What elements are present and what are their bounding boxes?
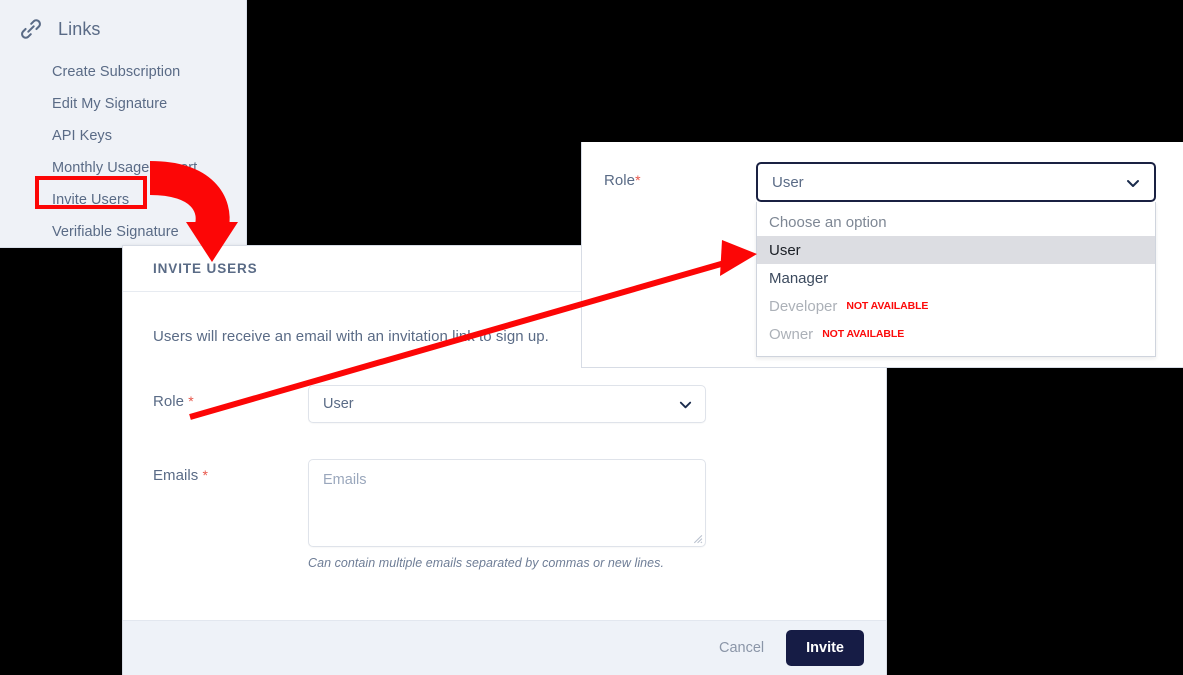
role-dropdown-inset-panel: Role* User Choose an option User Manager… [581,142,1183,368]
sidebar-title: Links [58,18,101,39]
links-sidebar-panel: Links Create Subscription Edit My Signat… [0,0,247,248]
role-option-label: Manager [769,269,829,287]
role-option-label: Developer [769,297,838,315]
sidebar-item-verifiable-signature[interactable]: Verifiable Signature [0,216,246,248]
emails-label-text: Emails [153,467,199,484]
sidebar-link-list: Create Subscription Edit My Signature AP… [0,56,246,248]
role-field-label: Role * [153,385,308,410]
chevron-down-icon [678,397,693,412]
sidebar-header: Links [0,0,246,42]
invite-button[interactable]: Invite [786,630,864,666]
role-option-choose-an-option[interactable]: Choose an option [757,208,1155,236]
role-option-label: Owner [769,325,814,343]
role-option-label: Choose an option [769,213,887,231]
role-option-list: Choose an option User Manager Developer … [756,202,1156,357]
role-option-not-available-badge: NOT AVAILABLE [822,328,905,340]
sidebar-item-create-subscription[interactable]: Create Subscription [0,56,246,88]
link-chain-icon [18,16,44,42]
role-option-owner: Owner NOT AVAILABLE [757,320,1155,348]
emails-form-row: Emails * Emails Can contain multiple ema… [153,459,856,570]
emails-field-control: Emails Can contain multiple emails separ… [308,459,856,570]
role-select[interactable]: User [308,385,706,423]
emails-textarea[interactable]: Emails [308,459,706,547]
inset-role-label: Role* [604,172,641,189]
role-option-not-available-badge: NOT AVAILABLE [846,300,929,312]
chevron-down-icon [1125,175,1140,190]
role-form-row: Role * User [153,385,856,423]
role-select-value: User [323,396,354,412]
emails-field-label: Emails * [153,459,308,484]
emails-placeholder: Emails [323,472,367,488]
cancel-button[interactable]: Cancel [715,634,768,662]
role-select-focused[interactable]: User [756,162,1156,202]
modal-title: INVITE USERS [153,261,258,276]
role-option-user[interactable]: User [757,236,1155,264]
modal-footer: Cancel Invite [123,620,886,675]
role-option-developer: Developer NOT AVAILABLE [757,292,1155,320]
role-field-control: User [308,385,856,423]
role-label-text: Role [153,393,185,410]
role-option-manager[interactable]: Manager [757,264,1155,292]
invite-users-highlight-box [35,176,147,209]
role-required-asterisk: * [188,393,194,409]
inset-role-label-text: Role [604,172,636,189]
emails-required-asterisk: * [202,467,209,483]
resize-grip-icon[interactable] [690,531,703,544]
inset-role-required-asterisk: * [635,172,641,188]
role-select-focused-value: User [772,173,804,191]
role-option-label: User [769,241,801,259]
emails-helper-text: Can contain multiple emails separated by… [308,556,664,570]
sidebar-item-edit-my-signature[interactable]: Edit My Signature [0,88,246,120]
sidebar-item-api-keys[interactable]: API Keys [0,120,246,152]
